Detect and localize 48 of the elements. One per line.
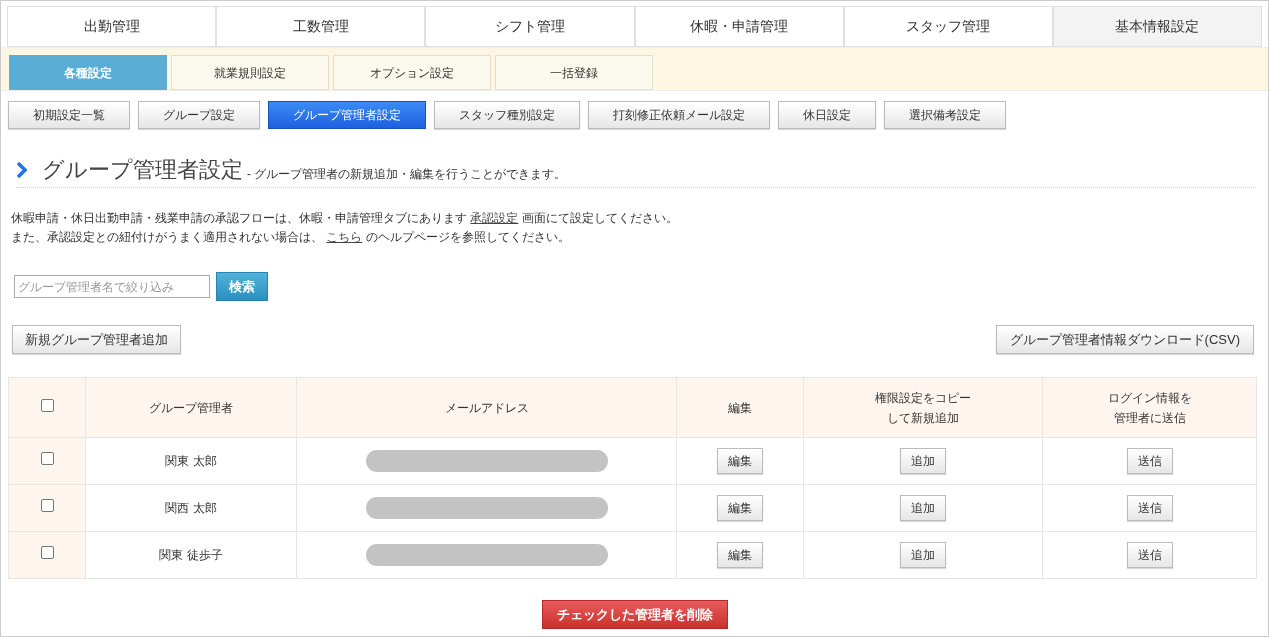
- edit-button[interactable]: 編集: [717, 542, 763, 568]
- copy-add-button[interactable]: 追加: [900, 542, 946, 568]
- checkbox[interactable]: [40, 452, 54, 465]
- settings-button[interactable]: 休日設定: [778, 101, 876, 129]
- settings-button[interactable]: 選択備考設定: [884, 101, 1006, 129]
- copy-add-button[interactable]: 追加: [900, 495, 946, 521]
- checkbox[interactable]: [40, 499, 54, 512]
- page-title: グループ管理者設定: [42, 156, 243, 184]
- column-header: 権限設定をコピー して新規追加: [803, 377, 1043, 438]
- download-csv-button[interactable]: グループ管理者情報ダウンロード(CSV): [995, 325, 1254, 354]
- main-tab[interactable]: 休暇・申請管理: [634, 6, 844, 47]
- send-button[interactable]: 送信: [1126, 542, 1173, 568]
- main-tab[interactable]: 工数管理: [216, 6, 426, 47]
- column-header: ログイン情報を 管理者に送信: [1042, 377, 1257, 438]
- edit-button[interactable]: 編集: [717, 448, 763, 474]
- checkbox[interactable]: [40, 398, 54, 412]
- settings-button[interactable]: 打刻修正依頼メール設定: [588, 101, 770, 129]
- sub-tab[interactable]: オプション設定: [333, 55, 491, 90]
- checkbox[interactable]: [40, 546, 54, 559]
- column-header: グループ管理者: [85, 377, 297, 438]
- name-cell: 関東 徒歩子: [85, 531, 297, 579]
- help-link[interactable]: 承認設定: [470, 211, 519, 225]
- sub-tab[interactable]: 就業規則設定: [171, 55, 329, 90]
- add-manager-button[interactable]: 新規グループ管理者追加: [12, 325, 181, 354]
- column-header: 編集: [676, 377, 804, 438]
- settings-button[interactable]: 初期設定一覧: [8, 101, 130, 129]
- send-button[interactable]: 送信: [1126, 495, 1173, 521]
- name-cell: 関東 太郎: [85, 437, 297, 485]
- column-header: メールアドレス: [296, 377, 677, 438]
- settings-button[interactable]: グループ管理者設定: [268, 101, 426, 129]
- help-link[interactable]: こちら: [326, 230, 363, 244]
- settings-button[interactable]: スタッフ種別設定: [434, 101, 580, 129]
- edit-button[interactable]: 編集: [717, 495, 763, 521]
- copy-add-button[interactable]: 追加: [900, 448, 946, 474]
- search-field[interactable]: グループ管理者名で絞り込み: [14, 275, 210, 298]
- sub-tab[interactable]: 一括登録: [495, 55, 653, 90]
- name-cell: 関西 太郎: [85, 484, 297, 532]
- settings-button[interactable]: グループ設定: [138, 101, 260, 129]
- chevron-icon: [16, 161, 28, 179]
- main-tab[interactable]: スタッフ管理: [843, 6, 1053, 47]
- send-button[interactable]: 送信: [1126, 448, 1173, 474]
- main-tab[interactable]: シフト管理: [425, 6, 635, 47]
- notice-text: また、承認設定との紐付けがうまく適用されない場合は、 こちら のヘルプページを参照してください。: [11, 229, 571, 246]
- delete-checked-button[interactable]: チェックした管理者を削除: [541, 600, 728, 629]
- main-tab[interactable]: 出勤管理: [7, 6, 217, 47]
- notice-text: 休暇申請・休日出勤申請・残業申請の承認フローは、休暇・申請管理タブにあります 承認設定 画面にて設定してください。: [11, 210, 679, 227]
- page-subtitle: - グループ管理者の新規追加・編集を行うことができます。: [247, 166, 567, 183]
- main-tab[interactable]: 基本情報設定: [1052, 6, 1263, 47]
